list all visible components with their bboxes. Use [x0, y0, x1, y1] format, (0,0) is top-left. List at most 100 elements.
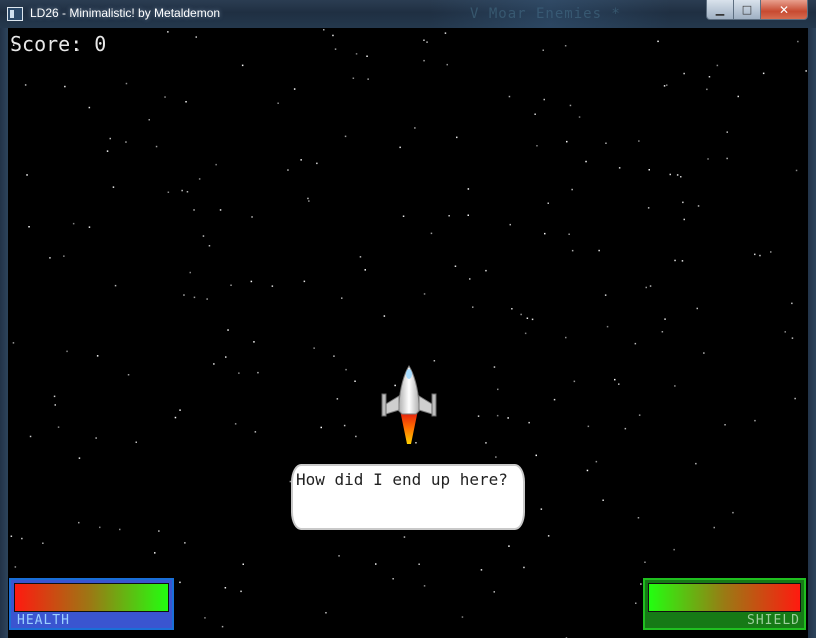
star [497, 388, 499, 391]
star [399, 146, 401, 149]
star [250, 280, 253, 283]
star [167, 191, 170, 193]
star [185, 101, 187, 103]
star [323, 29, 325, 31]
star [352, 77, 355, 79]
star [520, 313, 522, 316]
star [595, 460, 598, 463]
star [605, 142, 607, 144]
maximize-button[interactable]: □ [734, 0, 761, 20]
close-button[interactable]: ✕ [761, 0, 808, 20]
star [106, 150, 109, 152]
star [426, 41, 428, 43]
star [184, 542, 186, 544]
star [53, 395, 56, 398]
star [695, 462, 697, 465]
star [338, 555, 340, 557]
game-viewport[interactable]: Score: 0 How did I end up here? HEALTH S… [8, 28, 808, 638]
star [564, 45, 567, 47]
star [726, 131, 728, 133]
star [155, 145, 158, 148]
star [569, 104, 572, 107]
star [186, 191, 189, 193]
star [238, 372, 240, 374]
star [26, 174, 28, 176]
star [661, 331, 664, 333]
star [154, 552, 156, 554]
star [78, 521, 80, 524]
window-titlebar[interactable]: LD26 - Minimalistic! by Metaldemon V Moa… [0, 0, 816, 28]
star [647, 207, 650, 209]
star [586, 469, 589, 472]
star [624, 427, 627, 430]
star [573, 380, 576, 383]
star [540, 508, 543, 510]
star [674, 259, 676, 262]
star [402, 215, 405, 217]
star [509, 223, 511, 226]
star [271, 285, 274, 287]
star [332, 34, 334, 37]
star [96, 355, 99, 357]
star [571, 188, 573, 191]
star [726, 157, 728, 160]
star [127, 374, 130, 376]
star [606, 325, 609, 328]
health-bar: HEALTH [9, 578, 174, 630]
star [254, 431, 257, 433]
star [795, 169, 798, 172]
minimize-button[interactable]: ▁ [706, 0, 734, 20]
star [543, 98, 545, 101]
star [565, 336, 567, 339]
star [703, 352, 705, 354]
star [542, 49, 544, 51]
star [454, 265, 457, 267]
star [355, 53, 358, 55]
star [724, 424, 726, 426]
star [547, 202, 549, 204]
starfield [10, 29, 807, 638]
star [293, 88, 296, 90]
star [10, 535, 13, 537]
star [193, 296, 196, 299]
star [336, 398, 339, 400]
star [14, 566, 17, 568]
star [534, 113, 536, 115]
star [657, 40, 659, 43]
star [493, 366, 496, 368]
star [649, 285, 652, 287]
star [706, 88, 708, 91]
star [754, 419, 756, 422]
star [109, 137, 111, 140]
star [313, 347, 315, 349]
star [446, 63, 448, 66]
star [88, 226, 91, 228]
star [42, 542, 44, 544]
star [568, 233, 570, 235]
star [179, 581, 181, 584]
star [72, 222, 75, 225]
star [524, 332, 527, 335]
star [544, 232, 546, 235]
star [638, 140, 640, 142]
star [791, 302, 793, 305]
star [198, 178, 201, 180]
star [456, 136, 458, 139]
star [221, 625, 224, 628]
star [676, 174, 679, 176]
star [485, 442, 487, 444]
star [135, 441, 137, 443]
speech-text: How did I end up here? [296, 470, 508, 489]
star [21, 537, 23, 540]
star [696, 307, 698, 310]
star [125, 141, 127, 143]
star [681, 260, 684, 262]
star [528, 421, 530, 424]
star [183, 294, 185, 296]
star [666, 84, 668, 86]
star [213, 363, 215, 365]
star [234, 423, 237, 425]
star [355, 435, 357, 438]
star [354, 380, 356, 382]
star [547, 535, 550, 537]
